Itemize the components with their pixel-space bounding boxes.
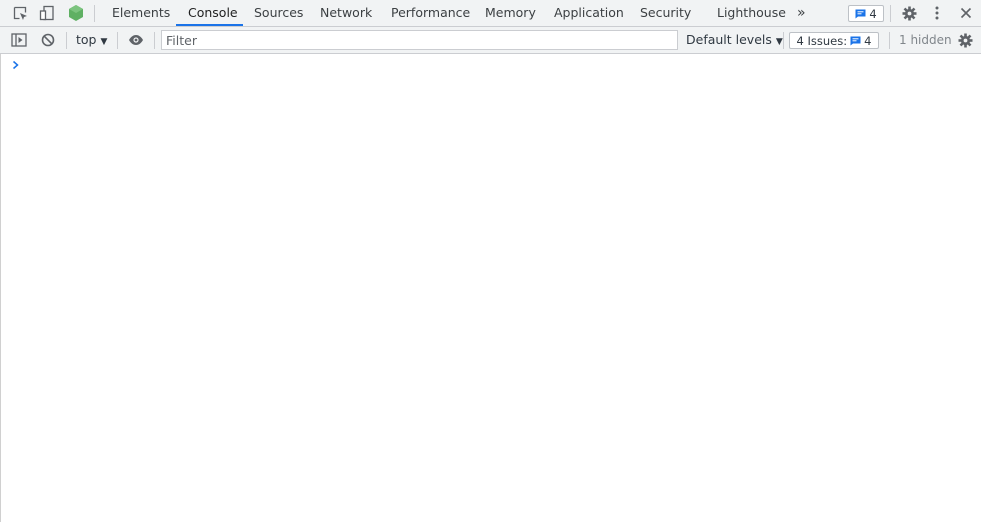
issues-count: 4 xyxy=(864,33,872,48)
filter-input[interactable] xyxy=(161,30,678,50)
log-levels-label: Default levels xyxy=(686,32,772,47)
toolbar-divider xyxy=(94,5,95,22)
toolbar-divider xyxy=(783,32,784,49)
tab-sources[interactable]: Sources xyxy=(254,0,303,27)
dropdown-arrow-icon: ▼ xyxy=(100,37,108,47)
context-selector-label: top xyxy=(76,32,97,47)
issues-label: 4 Issues: xyxy=(796,33,848,48)
context-selector[interactable]: top ▼ xyxy=(76,27,107,53)
hidden-messages-count: 1 hidden xyxy=(899,33,952,47)
message-icon xyxy=(855,9,866,18)
toolbar-divider xyxy=(117,32,118,49)
messages-count: 4 xyxy=(869,6,877,21)
clear-console-icon[interactable] xyxy=(39,31,57,49)
vue-devtools-icon[interactable] xyxy=(67,4,85,22)
device-toolbar-icon[interactable] xyxy=(38,4,56,22)
console-output[interactable] xyxy=(0,54,981,522)
live-expression-eye-icon[interactable] xyxy=(127,31,145,49)
tab-application[interactable]: Application xyxy=(554,0,624,27)
console-toolbar: top ▼ Default levels ▼ 4 Issues: 4 1 hid… xyxy=(0,27,981,54)
issues-button[interactable]: 4 Issues: 4 xyxy=(789,32,879,49)
tab-network[interactable]: Network xyxy=(320,0,372,27)
tab-console[interactable]: Console xyxy=(188,0,238,27)
console-settings-gear-icon[interactable] xyxy=(956,31,974,49)
tab-security[interactable]: Security xyxy=(640,0,691,27)
more-options-icon[interactable] xyxy=(928,4,946,22)
dropdown-arrow-icon: ▼ xyxy=(775,37,783,47)
log-levels-dropdown[interactable]: Default levels ▼ xyxy=(686,27,783,53)
inspect-element-icon[interactable] xyxy=(11,4,29,22)
active-tab-indicator xyxy=(176,24,243,26)
tab-memory[interactable]: Memory xyxy=(485,0,536,27)
settings-gear-icon[interactable] xyxy=(900,4,918,22)
toolbar-divider xyxy=(890,5,891,22)
more-tabs-button[interactable]: » xyxy=(797,0,806,27)
tab-performance[interactable]: Performance xyxy=(391,0,470,27)
toolbar-divider xyxy=(889,32,890,49)
message-icon xyxy=(850,36,861,45)
close-icon[interactable] xyxy=(957,4,975,22)
show-sidebar-icon[interactable] xyxy=(10,31,28,49)
console-prompt-chevron-icon xyxy=(12,59,22,70)
tab-lighthouse[interactable]: Lighthouse xyxy=(717,0,786,27)
messages-badge[interactable]: 4 xyxy=(848,5,884,22)
tab-elements[interactable]: Elements xyxy=(112,0,170,27)
toolbar-divider xyxy=(154,32,155,49)
toolbar-divider xyxy=(66,32,67,49)
devtools-tab-bar: Elements Console Sources Network Perform… xyxy=(0,0,981,27)
